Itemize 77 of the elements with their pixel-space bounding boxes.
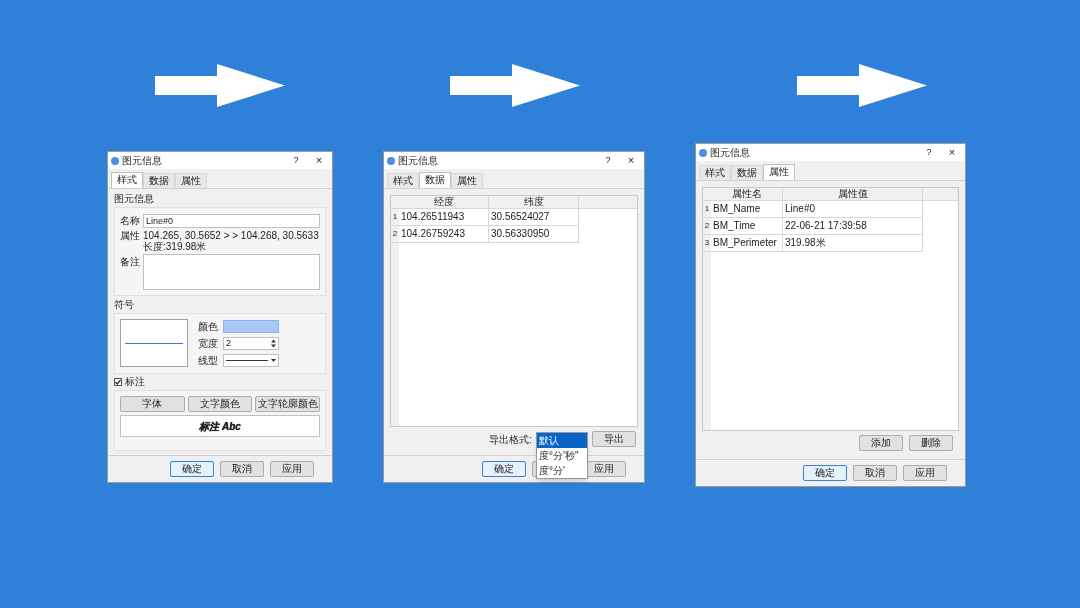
tab[interactable]: 样式 — [387, 173, 419, 188]
section-heading: 符号 — [114, 298, 135, 311]
table-cell: Line#0 — [783, 201, 923, 217]
close-button[interactable]: × — [309, 152, 329, 169]
field-label: 备注 — [120, 255, 140, 269]
row-number: 2 — [391, 226, 399, 242]
dialog-button[interactable]: 字体 — [120, 396, 185, 412]
dialog-button[interactable]: 文字轮廓颜色 — [255, 396, 320, 412]
tab[interactable]: 数据 — [143, 173, 175, 188]
dialog-button[interactable]: 删除 — [909, 435, 953, 451]
column-header[interactable]: 经度 — [399, 196, 489, 208]
dialog-button[interactable]: 确定 — [803, 465, 847, 481]
app-logo-icon — [699, 148, 707, 157]
row-number: 2 — [703, 218, 711, 234]
tab[interactable]: 属性 — [175, 173, 207, 188]
close-button[interactable]: × — [942, 144, 962, 161]
tab[interactable]: 数据 — [731, 165, 763, 180]
export-format-label: 导出格式: — [489, 432, 532, 447]
dialog-button[interactable]: 应用 — [270, 461, 314, 477]
help-button[interactable]: ? — [598, 153, 618, 168]
checkbox-label: 标注 — [125, 376, 145, 388]
window-title: 图元信息 — [710, 146, 751, 160]
attribute-text: 104.265, 30.5652 > > 104.268, 30.5633 — [143, 230, 319, 241]
table-cell: 104.26759243 — [399, 226, 489, 242]
table-cell: BM_Name — [711, 201, 783, 217]
dialog-button[interactable]: 添加 — [859, 435, 903, 451]
app-logo-icon — [387, 156, 395, 165]
close-button[interactable]: × — [621, 152, 641, 169]
field-label: 名称 — [120, 214, 140, 228]
table-cell: 319.98米 — [783, 235, 923, 251]
line-preview — [120, 319, 188, 367]
table-cell: 104.26511943 — [399, 209, 489, 225]
table-cell: 30.56330950 — [489, 226, 579, 242]
column-header[interactable]: 纬度 — [489, 196, 579, 208]
spin-arrows-icon[interactable] — [271, 339, 276, 348]
field-label: 宽度 — [198, 337, 219, 351]
tab[interactable]: 数据 — [419, 172, 451, 188]
row-number: 1 — [703, 201, 711, 217]
dialog-button[interactable]: 取消 — [220, 461, 264, 477]
row-number: 1 — [391, 209, 399, 225]
column-header[interactable]: 属性值 — [783, 188, 923, 200]
tab[interactable]: 属性 — [451, 173, 483, 188]
table-cell: 30.56524027 — [489, 209, 579, 225]
column-header[interactable]: 属性名 — [711, 188, 783, 200]
width-spinbox[interactable]: 2 — [223, 337, 279, 350]
window-title: 图元信息 — [122, 154, 163, 168]
line-type-dropdown[interactable] — [223, 354, 279, 367]
color-swatch[interactable] — [223, 320, 279, 333]
dialog-button[interactable]: 取消 — [853, 465, 897, 481]
checkbox[interactable] — [114, 378, 122, 386]
help-button[interactable]: ? — [286, 153, 306, 168]
section-heading: 图元信息 — [114, 192, 155, 205]
tab[interactable]: 属性 — [763, 164, 795, 180]
name-field[interactable]: Line#0 — [143, 213, 320, 228]
help-button[interactable]: ? — [919, 145, 939, 160]
field-label: 属性 — [120, 230, 140, 243]
note-field[interactable] — [143, 254, 320, 290]
dropdown-option[interactable]: 度°分'秒" — [537, 448, 587, 463]
label-preview: 标注 Abc — [120, 415, 320, 437]
dropdown-caret-icon — [271, 359, 276, 362]
row-number: 3 — [703, 235, 711, 251]
dialog-button[interactable]: 确定 — [170, 461, 214, 477]
table-cell: 22-06-21 17:39:58 — [783, 218, 923, 234]
table-cell: BM_Perimeter — [711, 235, 783, 251]
field-label: 线型 — [198, 354, 219, 368]
dialog-button[interactable]: 确定 — [482, 461, 526, 477]
dialog-button[interactable]: 文字颜色 — [187, 396, 253, 412]
tab[interactable]: 样式 — [111, 172, 143, 188]
app-logo-icon — [111, 156, 119, 165]
window-title: 图元信息 — [398, 154, 439, 168]
table-cell: BM_Time — [711, 218, 783, 234]
attribute-text: 长度:319.98米 — [143, 241, 208, 252]
tab[interactable]: 样式 — [699, 165, 731, 180]
dialog-button[interactable]: 导出 — [592, 431, 636, 447]
dialog-button[interactable]: 应用 — [903, 465, 947, 481]
dropdown-option[interactable]: 默认 — [537, 433, 587, 448]
field-label: 颜色 — [198, 320, 219, 334]
